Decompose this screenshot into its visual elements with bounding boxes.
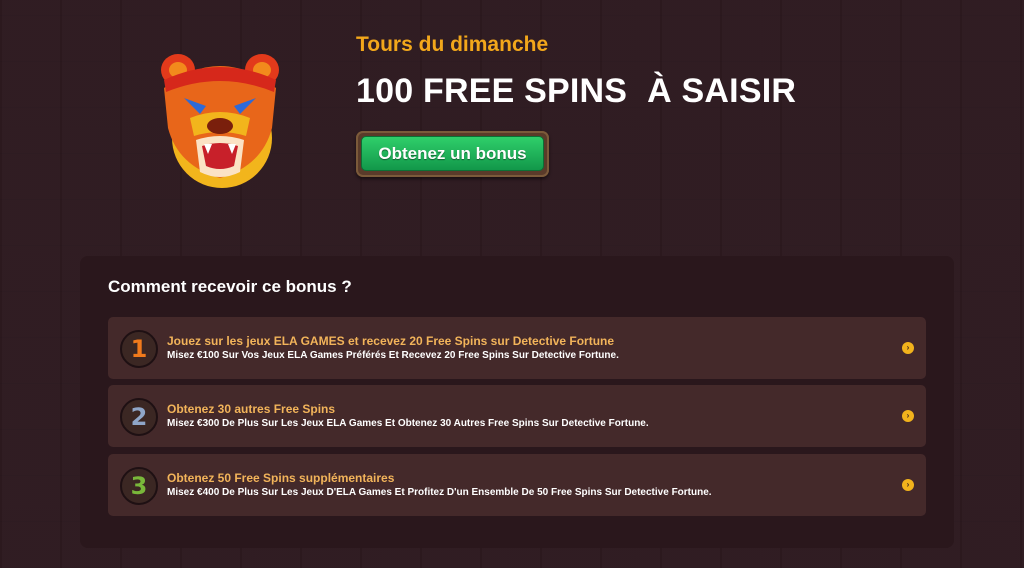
step-number-badge: 2 [120,398,158,436]
step-number: 2 [130,403,148,431]
chevron-right-icon[interactable]: › [902,410,914,422]
step-number-badge: 1 [120,330,158,368]
get-bonus-button[interactable]: Obtenez un bonus [361,136,544,171]
headline-a-saisir: À SAISIR [647,72,797,110]
step-description: Misez €400 De Plus Sur Les Jeux D'ELA Ga… [167,487,712,498]
step-card-3[interactable]: 3 Obtenez 50 Free Spins supplémentaires … [108,454,926,516]
step-card-1[interactable]: 1 Jouez sur les jeux ELA GAMES et receve… [108,317,926,379]
step-description: Misez €100 Sur Vos Jeux ELA Games Préfér… [167,350,619,361]
bear-logo-icon [161,54,279,188]
promo-subtitle: Tours du dimanche [356,33,549,56]
chevron-right-icon[interactable]: › [902,342,914,354]
chevron-right-icon[interactable]: › [902,479,914,491]
promo-headline: 100 FREE SPINS À SAISIR [356,72,796,111]
headline-free-spins: 100 FREE SPINS [356,72,628,110]
step-title: Obtenez 30 autres Free Spins [167,402,336,416]
bonus-instructions-panel: Comment recevoir ce bonus ? 1 Jouez sur … [80,256,954,548]
step-description: Misez €300 De Plus Sur Les Jeux ELA Game… [167,418,649,429]
step-card-2[interactable]: 2 Obtenez 30 autres Free Spins Misez €30… [108,385,926,447]
panel-title: Comment recevoir ce bonus ? [108,277,352,296]
step-number: 1 [130,335,148,363]
step-title: Obtenez 50 Free Spins supplémentaires [167,471,395,485]
step-number: 3 [130,472,148,500]
step-title: Jouez sur les jeux ELA GAMES et recevez … [167,334,615,348]
step-number-badge: 3 [120,467,158,505]
bonus-button-frame: Obtenez un bonus [356,131,549,177]
hero-banner: Tours du dimanche 100 FREE SPINS À SAISIR… [0,0,1024,250]
